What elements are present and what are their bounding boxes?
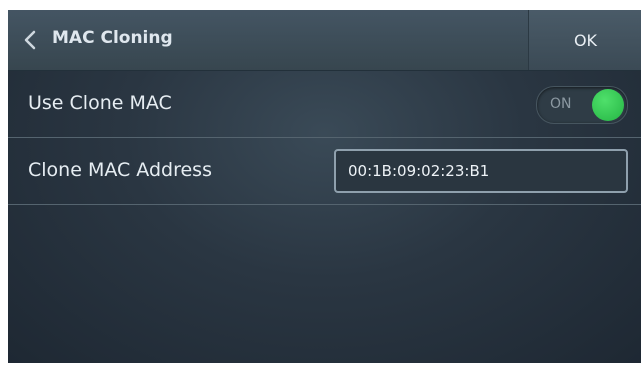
chevron-left-icon — [24, 30, 36, 50]
ok-button[interactable]: OK — [528, 10, 641, 70]
use-clone-mac-row: Use Clone MAC ON — [8, 71, 641, 138]
clone-mac-address-row: Clone MAC Address — [8, 138, 641, 205]
clone-mac-address-label: Clone MAC Address — [28, 159, 212, 181]
back-button[interactable] — [20, 26, 42, 54]
use-clone-mac-toggle[interactable]: ON — [536, 86, 628, 124]
clone-mac-address-input[interactable] — [334, 149, 628, 193]
toggle-state-text: ON — [550, 96, 572, 112]
header-bar: MAC Cloning OK — [8, 10, 641, 71]
page-title: MAC Cloning — [52, 28, 173, 48]
use-clone-mac-label: Use Clone MAC — [28, 92, 172, 114]
toggle-knob — [592, 89, 624, 121]
mac-cloning-screen: MAC Cloning OK Use Clone MAC ON Clone MA… — [8, 10, 641, 363]
